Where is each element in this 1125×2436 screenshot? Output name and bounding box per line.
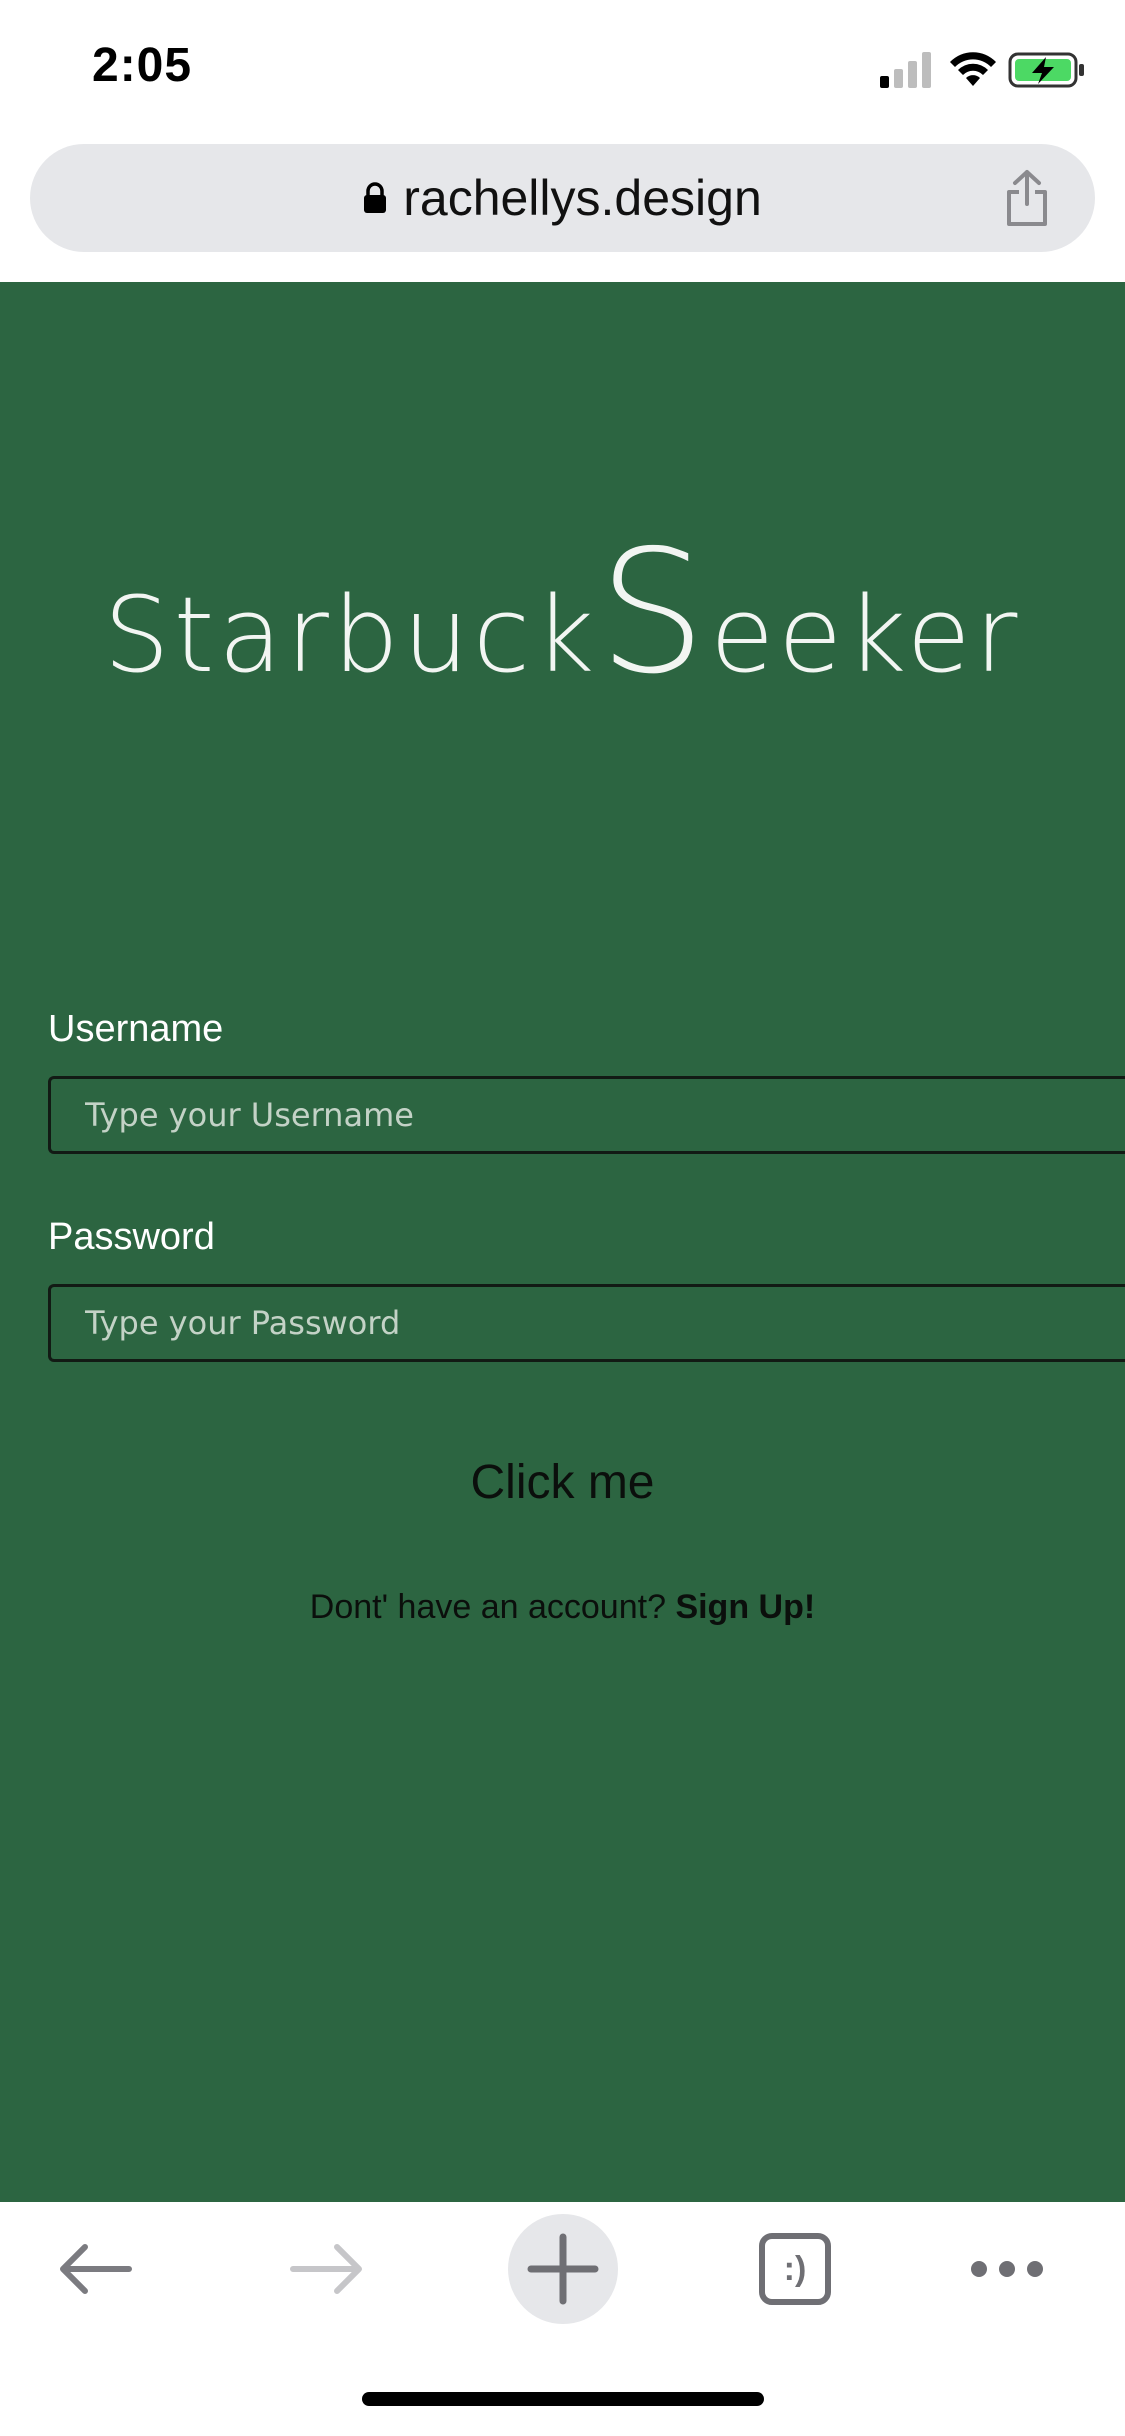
share-icon[interactable]: [1003, 168, 1051, 228]
password-input[interactable]: [48, 1284, 1125, 1362]
logo-text-part2: eeker: [710, 574, 1022, 696]
lock-icon: [364, 182, 387, 213]
password-label: Password: [48, 1216, 215, 1258]
forward-button[interactable]: [272, 2214, 382, 2324]
signup-prompt: Dont' have an account? Sign Up!: [0, 1588, 1125, 1627]
more-button[interactable]: [952, 2214, 1062, 2324]
address-bar[interactable]: rachellys.design: [30, 144, 1095, 252]
username-input[interactable]: [48, 1076, 1125, 1154]
home-indicator: [362, 2392, 764, 2406]
url-text: rachellys.design: [403, 170, 762, 226]
status-bar: 2:05: [0, 0, 1125, 140]
back-arrow-icon: [60, 2244, 132, 2294]
username-label: Username: [48, 1008, 224, 1050]
cellular-signal-icon: [880, 52, 931, 88]
submit-button[interactable]: Click me: [400, 1442, 725, 1522]
tabs-button[interactable]: :): [740, 2214, 850, 2324]
plus-icon: [527, 2233, 599, 2305]
signup-prompt-text: Dont' have an account?: [309, 1588, 676, 1626]
forward-arrow-icon: [290, 2244, 362, 2294]
more-icon: [971, 2261, 1043, 2277]
login-page: StarbuckSeeker Username Password Click m…: [0, 282, 1125, 2202]
back-button[interactable]: [40, 2214, 150, 2324]
tabs-icon: :): [759, 2233, 831, 2305]
app-logo: StarbuckSeeker: [0, 514, 1125, 712]
new-tab-button[interactable]: [508, 2214, 618, 2324]
signup-link[interactable]: Sign Up!: [675, 1588, 815, 1626]
battery-charging-icon: [1008, 52, 1084, 88]
wifi-icon: [950, 52, 996, 86]
logo-text-part1: Starbuck: [103, 574, 599, 696]
logo-big-letter: S: [598, 514, 711, 712]
tabs-glyph: :): [784, 2250, 807, 2288]
status-time: 2:05: [92, 39, 193, 92]
